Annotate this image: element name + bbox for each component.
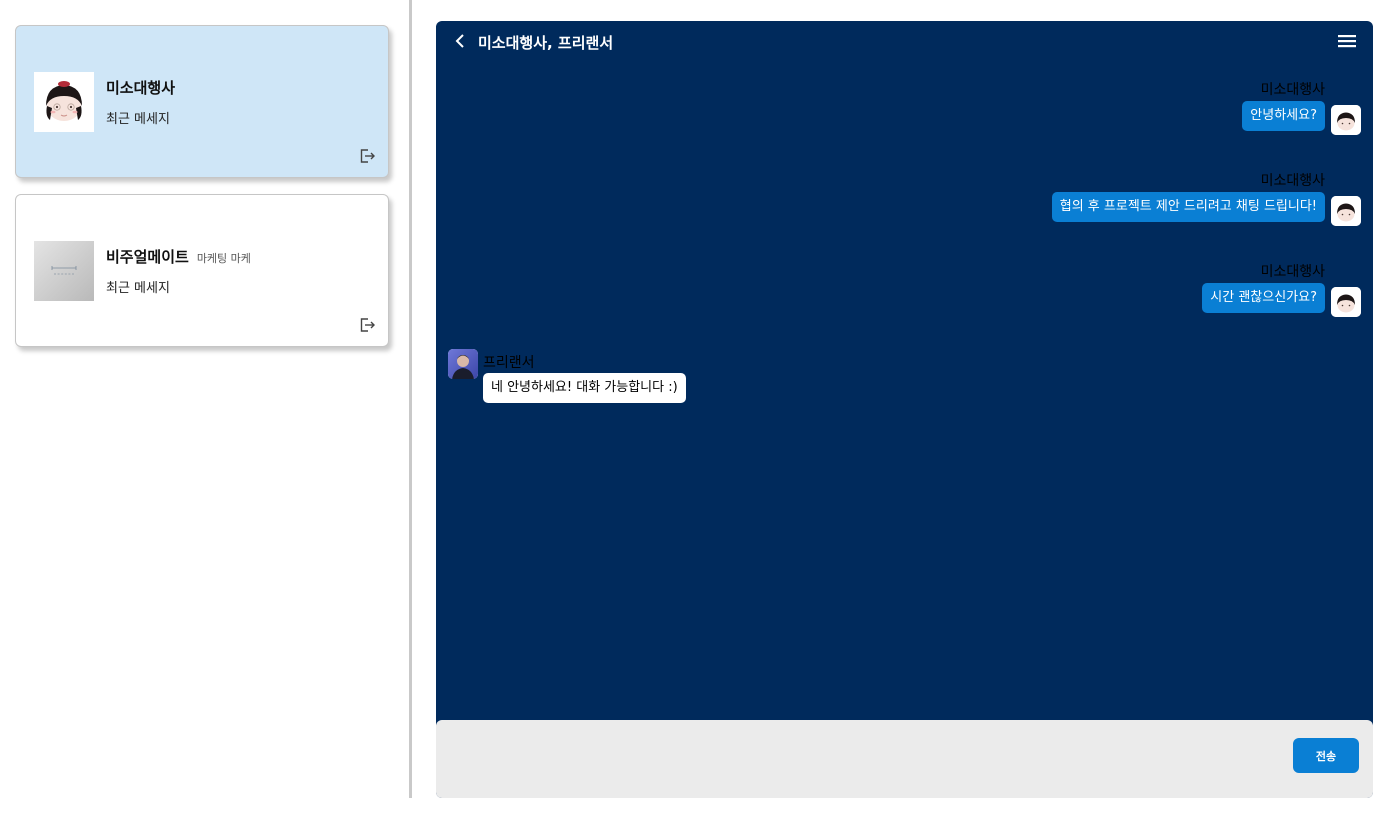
sender-avatar [1331,105,1361,135]
sender-avatar [1331,287,1361,317]
sender-avatar [1331,196,1361,226]
sender-name: 미소대행사 [1260,264,1325,280]
chat-room-list: 미소대행사 최근 메세지 비주얼메이트 마케팅 마케 최근 메세지 [0,0,409,817]
room-last-message: 최근 메세지 [106,112,170,127]
sender-name: 미소대행사 [1260,173,1325,189]
hamburger-menu-icon[interactable] [1337,33,1357,49]
room-card-misodaehaengsa[interactable]: 미소대행사 최근 메세지 [15,25,389,178]
message-input[interactable] [436,720,1276,798]
message-input-area: 전송 [436,720,1373,798]
panel-divider [409,0,412,798]
sender-name: 미소대행사 [1260,82,1325,98]
sender-avatar-freelancer [448,349,478,379]
chat-title: 미소대행사, 프리랜서 [478,34,614,52]
sender-name: 프리랜서 [483,355,535,371]
room-name: 비주얼메이트 마케팅 마케 [106,246,251,267]
message-bubble: 협의 후 프로젝트 제안 드리려고 채팅 드립니다! [1051,192,1325,222]
chat-header: 미소대행사, 프리랜서 [436,21,1373,61]
room-name: 미소대행사 [106,77,175,98]
room-name-text: 미소대행사 [106,79,176,97]
room-last-message: 최근 메세지 [106,281,170,296]
room-category-tag: 마케팅 마케 [196,252,251,265]
room-name-text: 비주얼메이트 [106,248,189,266]
room-card-visualmate[interactable]: 비주얼메이트 마케팅 마케 최근 메세지 [15,194,389,347]
message-bubble: 안녕하세요? [1242,101,1325,131]
room-avatar-girl [34,72,94,132]
message-bubble: 시간 괜찮으신가요? [1202,283,1325,313]
chat-app: 미소대행사 최근 메세지 비주얼메이트 마케팅 마케 최근 메세지 미소대행사,… [0,0,1393,817]
exit-room-icon[interactable] [358,147,376,165]
room-avatar-design-logo [34,241,94,301]
chevron-left-icon[interactable] [454,33,468,49]
send-button[interactable]: 전송 [1293,738,1359,773]
exit-room-icon[interactable] [358,316,376,334]
chat-panel: 미소대행사, 프리랜서 미소대행사 안녕하세요? 미소대행사 협의 후 프로젝트… [436,21,1373,798]
message-bubble: 네 안녕하세요! 대화 가능합니다 :) [483,373,686,403]
